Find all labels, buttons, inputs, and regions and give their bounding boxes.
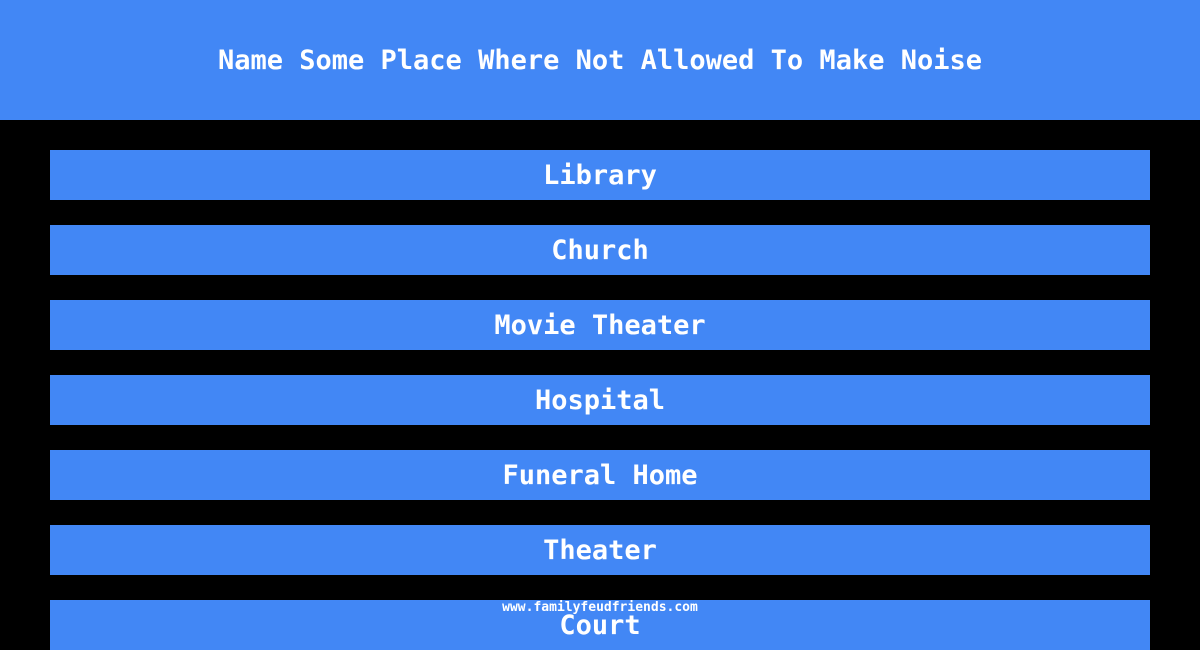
answer-item: Hospital	[50, 375, 1150, 425]
answer-item: Church	[50, 225, 1150, 275]
answer-item: Library	[50, 150, 1150, 200]
answer-item: Theater	[50, 525, 1150, 575]
question-title: Name Some Place Where Not Allowed To Mak…	[217, 44, 982, 76]
answer-item: Movie Theater	[50, 300, 1150, 350]
site-watermark: www.familyfeudfriends.com	[502, 600, 698, 615]
question-header: Name Some Place Where Not Allowed To Mak…	[0, 0, 1200, 120]
answer-item: Funeral Home	[50, 450, 1150, 500]
